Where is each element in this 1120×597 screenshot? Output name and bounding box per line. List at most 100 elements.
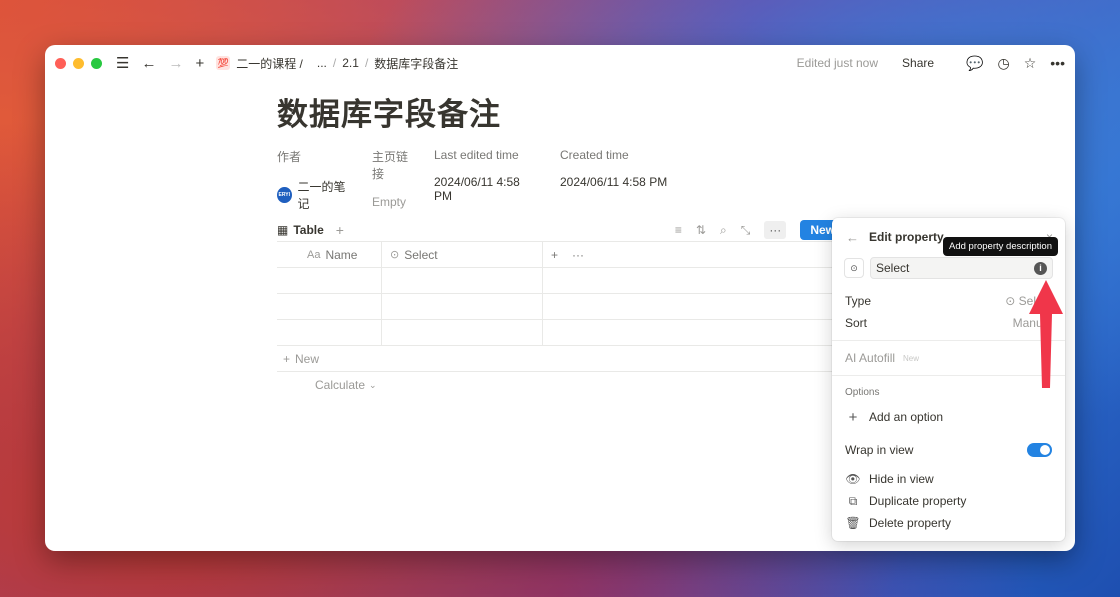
delete-property-label: Delete property	[869, 516, 952, 530]
property-label: 作者	[277, 150, 302, 164]
menu-icon[interactable]: ☰	[116, 56, 129, 71]
table-header-row: Aa Name ⊙ Select + ···	[277, 241, 837, 268]
breadcrumb-separator: /	[364, 56, 369, 70]
avatar: ERYI	[277, 187, 292, 203]
breadcrumb-item[interactable]: 二一的课程 /	[236, 55, 303, 72]
hide-in-view-label: Hide in view	[869, 472, 934, 486]
property-label: Last edited time	[434, 148, 519, 162]
property-name-input[interactable]: Select i	[870, 257, 1053, 279]
back-arrow-icon[interactable]: ←	[846, 230, 859, 245]
table-icon: ▦	[277, 223, 289, 237]
property-value[interactable]: Empty	[372, 195, 414, 209]
author-name: 二一的笔记	[297, 180, 346, 211]
column-header-select[interactable]: ⊙ Select	[382, 242, 543, 267]
property-homepage-link[interactable]: 主页链接 Empty	[372, 148, 414, 212]
breadcrumb-item[interactable]: ...	[317, 56, 327, 70]
table-row[interactable]	[277, 320, 837, 346]
plus-icon[interactable]: +	[195, 56, 204, 71]
star-icon[interactable]: ☆	[1024, 55, 1037, 72]
duplicate-property-label: Duplicate property	[869, 494, 967, 508]
breadcrumb-separator: /	[332, 56, 337, 70]
info-icon[interactable]: i	[1034, 261, 1047, 275]
share-button[interactable]: Share	[902, 56, 934, 70]
new-row-label: New	[295, 351, 320, 366]
window-controls	[55, 57, 102, 69]
database-tools: ≡ ⇅ ⌕ ⤡ ··· New	[675, 220, 845, 240]
plus-icon: +	[283, 351, 291, 366]
database-toolbar: ▦ Table + ≡ ⇅ ⌕ ⤡ ··· New	[277, 217, 845, 243]
property-author[interactable]: 作者 ERYI 二一的笔记	[277, 148, 352, 212]
titlebar-actions: Edited just now Share 💬 ◷ ☆ •••	[797, 55, 1065, 72]
more-options-icon[interactable]: ···	[764, 221, 787, 239]
ai-autofill-label: AI Autofill	[845, 351, 896, 365]
column-more-icon[interactable]: ···	[572, 248, 584, 262]
add-option-label: Add an option	[869, 410, 944, 424]
property-last-edited[interactable]: Last edited time 2024/06/11 4:58 PM	[434, 148, 540, 212]
property-value: 2024/06/11 4:58 PM	[560, 175, 668, 189]
close-window-button[interactable]	[55, 57, 66, 69]
tooltip-add-description: Add property description	[943, 237, 1058, 256]
sort-label: Sort	[845, 316, 868, 330]
wrap-in-view-label: Wrap in view	[845, 443, 914, 457]
select-type-icon: ⊙	[390, 249, 400, 261]
delete-property-button[interactable]: 🗑 Delete property	[832, 512, 1065, 534]
property-name-row: ⊙ Select i	[832, 256, 1065, 280]
titlebar: ☰ ← → + 💯 二一的课程 / ... / 2.1 / 数据库字段备注 Ed…	[45, 45, 1075, 81]
hide-in-view-button[interactable]: 👁 Hide in view	[832, 468, 1065, 490]
calculate-button[interactable]: Calculate ⌄	[277, 372, 837, 398]
add-view-icon[interactable]: +	[336, 222, 344, 238]
property-name-value: Select	[876, 261, 910, 275]
property-label: Created time	[560, 148, 629, 162]
trash-icon: 🗑	[845, 516, 861, 530]
calculate-label: Calculate	[315, 378, 366, 392]
search-icon[interactable]: ⌕	[720, 223, 727, 238]
add-option-button[interactable]: + Add an option	[832, 402, 1065, 432]
chevron-down-icon: ⌄	[369, 379, 377, 390]
breadcrumb-item[interactable]: 2.1	[342, 56, 359, 70]
property-label: 主页链接	[372, 150, 409, 181]
table-row[interactable]	[277, 268, 837, 294]
property-value: 2024/06/11 4:58 PM	[434, 175, 520, 203]
type-label: Type	[845, 294, 872, 308]
page-emoji-icon: 💯	[216, 56, 231, 70]
new-badge: New	[903, 353, 920, 363]
clock-icon[interactable]: ◷	[998, 55, 1010, 72]
filter-icon[interactable]: ≡	[675, 223, 682, 237]
view-tab-label: Table	[293, 223, 324, 237]
duplicate-icon: ⧉	[848, 493, 858, 508]
tab-table-view[interactable]: ▦ Table	[277, 223, 324, 237]
forward-arrow-icon[interactable]: →	[168, 56, 183, 71]
property-value[interactable]: ERYI 二一的笔记	[277, 178, 352, 212]
more-icon[interactable]: •••	[1050, 55, 1065, 71]
edited-status: Edited just now	[796, 56, 879, 70]
duplicate-property-button[interactable]: ⧉ Duplicate property	[832, 490, 1065, 512]
minimize-window-button[interactable]	[73, 57, 84, 69]
property-type-icon[interactable]: ⊙	[844, 258, 864, 278]
add-column-icon[interactable]: +	[551, 248, 558, 262]
wrap-in-view-row: Wrap in view	[832, 432, 1065, 468]
property-created-time[interactable]: Created time 2024/06/11 4:58 PM	[560, 148, 667, 212]
back-arrow-icon[interactable]: ←	[141, 56, 156, 71]
table-row[interactable]	[277, 294, 837, 320]
sort-icon[interactable]: ⇅	[696, 223, 706, 237]
page-content: 数据库字段备注 作者 ERYI 二一的笔记 主页链接 Empty Last ed…	[277, 89, 687, 212]
expand-icon[interactable]: ⤡	[741, 223, 751, 238]
column-label: Name	[325, 247, 358, 262]
page-title[interactable]: 数据库字段备注	[277, 89, 687, 134]
eye-icon: 👁	[845, 472, 861, 486]
plus-icon: +	[848, 408, 858, 426]
text-type-icon: Aa	[307, 248, 321, 261]
new-row-button[interactable]: + New	[277, 346, 837, 372]
arrow-shape	[1029, 280, 1063, 388]
page-properties: 作者 ERYI 二一的笔记 主页链接 Empty Last edited tim…	[277, 148, 687, 212]
column-label: Select	[404, 247, 438, 262]
select-type-icon: ⊙	[1005, 294, 1019, 308]
database-table: Aa Name ⊙ Select + ··· + New Calculate ⌄	[277, 241, 837, 398]
wrap-in-view-toggle[interactable]	[1027, 443, 1052, 457]
comment-icon[interactable]: 💬	[966, 55, 983, 72]
maximize-window-button[interactable]	[91, 57, 102, 69]
column-header-name[interactable]: Aa Name	[277, 242, 382, 267]
edit-property-title: Edit property	[869, 230, 944, 244]
annotation-arrow-icon	[1029, 280, 1063, 388]
breadcrumb-current[interactable]: 数据库字段备注	[374, 55, 458, 72]
